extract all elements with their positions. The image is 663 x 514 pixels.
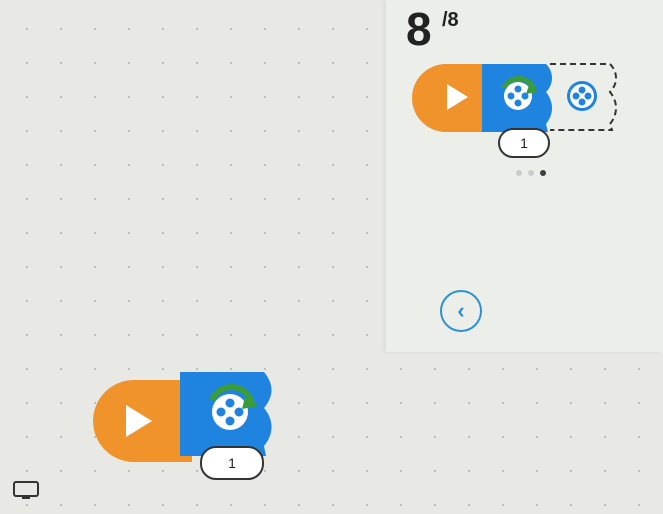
chevron-left-icon: ‹ <box>457 298 465 323</box>
workspace-start-block[interactable] <box>90 376 194 466</box>
step-total: /8 <box>442 9 459 31</box>
hint-start-block <box>412 64 488 132</box>
step-current: 8 <box>406 3 432 55</box>
carousel-dot[interactable] <box>528 170 534 176</box>
carousel-dots <box>516 170 546 176</box>
hint-spin-motor-block <box>482 64 552 132</box>
workspace-motor-count: 1 <box>200 446 264 480</box>
monitor-icon[interactable] <box>12 480 40 500</box>
hint-motor-count: 1 <box>498 128 550 158</box>
carousel-dot[interactable] <box>516 170 522 176</box>
carousel-dot-active[interactable] <box>540 170 546 176</box>
hint-motor-placeholder-block <box>550 63 617 131</box>
back-button[interactable]: ‹ <box>440 290 482 332</box>
